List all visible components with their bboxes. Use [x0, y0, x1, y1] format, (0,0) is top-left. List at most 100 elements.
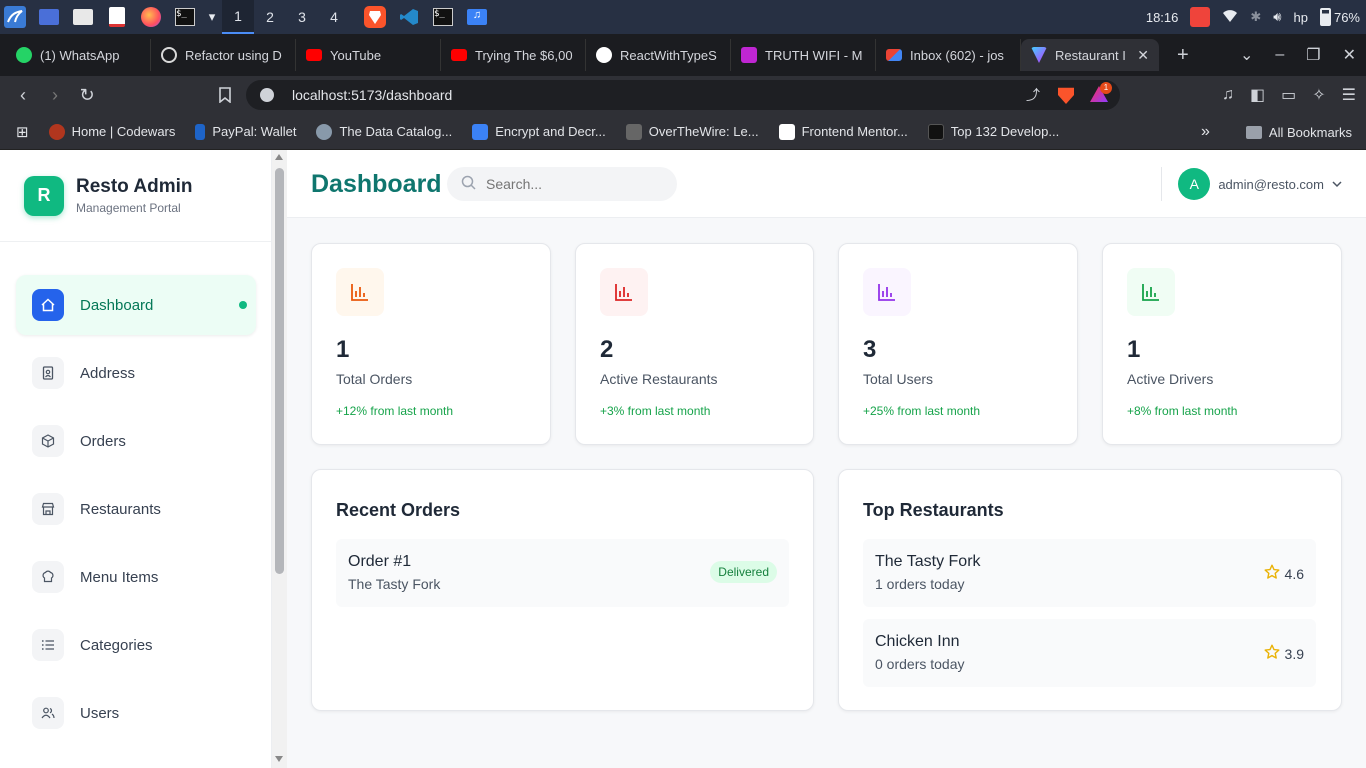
url-text[interactable]: localhost:5173/dashboard: [292, 87, 452, 103]
clock[interactable]: 18:16: [1146, 10, 1179, 25]
music-player-icon[interactable]: ♫: [466, 6, 488, 28]
restaurant-row[interactable]: Chicken Inn 0 orders today 3.9: [863, 619, 1316, 687]
sidebar-item-address[interactable]: Address: [16, 343, 256, 403]
users-icon: [32, 697, 64, 729]
browser-tab[interactable]: Inbox (602) - jos: [876, 39, 1021, 71]
menu-icon[interactable]: ☰: [1342, 85, 1356, 105]
browser-tab[interactable]: ReactWithTypeS: [586, 39, 731, 71]
brave-browser-icon[interactable]: [364, 6, 386, 28]
volume-icon[interactable]: 🔊︎: [1273, 9, 1281, 25]
stat-card-total-orders: 1 Total Orders +12% from last month: [311, 243, 551, 445]
workspace-4[interactable]: 4: [318, 0, 350, 34]
workspace-3[interactable]: 3: [286, 0, 318, 34]
bluetooth-icon[interactable]: ✱: [1250, 9, 1261, 25]
file-manager-icon[interactable]: [72, 6, 94, 28]
desktop-icon[interactable]: [38, 6, 60, 28]
close-tab-icon[interactable]: ✕: [1137, 47, 1149, 64]
workspace-1[interactable]: 1: [222, 0, 254, 34]
scroll-down-arrow-icon[interactable]: [275, 756, 283, 762]
battery-indicator[interactable]: 76%: [1319, 8, 1360, 26]
folder-icon: [1245, 125, 1262, 139]
vscode-icon[interactable]: [398, 6, 420, 28]
stat-change: +25% from last month: [863, 404, 981, 418]
share-icon[interactable]: ⤴: [1026, 85, 1040, 105]
window-controls: ⌄ – ❐ ✕: [1240, 34, 1356, 76]
launcher-icon[interactable]: [4, 6, 26, 28]
bookmark-item[interactable]: OverTheWire: Le...: [625, 123, 759, 140]
app-subtitle: Management Portal: [76, 201, 181, 215]
order-row[interactable]: Order #1 The Tasty Fork Delivered: [336, 539, 789, 607]
app-title: Resto Admin: [76, 176, 193, 197]
sidebar-item-orders[interactable]: Orders: [16, 411, 256, 471]
browser-tab[interactable]: TRUTH WIFI - M: [731, 39, 876, 71]
wifi-icon[interactable]: [1222, 9, 1238, 26]
stat-change: +3% from last month: [600, 404, 711, 418]
brave-shields-icon[interactable]: [1058, 87, 1074, 104]
browser-tab[interactable]: Refactor using D: [151, 39, 296, 71]
search-input[interactable]: [486, 176, 656, 192]
browser-tab[interactable]: (1) WhatsApp: [6, 39, 151, 71]
text-editor-icon[interactable]: [106, 6, 128, 28]
forward-icon[interactable]: ›: [40, 80, 70, 110]
address-bar[interactable]: localhost:5173/dashboard ⤴ 1: [246, 80, 1120, 110]
minimize-icon[interactable]: –: [1275, 46, 1284, 64]
back-icon[interactable]: ‹: [8, 80, 38, 110]
search-box[interactable]: [447, 167, 677, 201]
close-window-icon[interactable]: ✕: [1343, 45, 1356, 65]
all-bookmarks-button[interactable]: All Bookmarks: [1245, 125, 1352, 140]
browser-tab[interactable]: YouTube: [296, 39, 441, 71]
stat-card-active-drivers: 1 Active Drivers +8% from last month: [1102, 243, 1342, 445]
more-bookmarks-icon[interactable]: »: [1201, 123, 1210, 141]
top-restaurants-card: Top Restaurants The Tasty Fork 1 orders …: [838, 469, 1342, 711]
home-icon: [32, 289, 64, 321]
browser-tab-active[interactable]: Restaurant I ✕: [1021, 39, 1159, 71]
terminal-icon[interactable]: $_: [174, 6, 196, 28]
stat-card-total-users: 3 Total Users +25% from last month: [838, 243, 1078, 445]
restaurant-row[interactable]: The Tasty Fork 1 orders today 4.6: [863, 539, 1316, 607]
sidebar-item-menu-items[interactable]: Menu Items: [16, 547, 256, 607]
tab-search-icon[interactable]: ⌄: [1240, 45, 1253, 65]
bookmark-item[interactable]: Top 132 Develop...: [927, 123, 1059, 140]
rating-value: 4.6: [1284, 565, 1304, 582]
system-tray: 18:16 ✱ 🔊︎ hp 76%: [1146, 0, 1360, 34]
bookmark-icon[interactable]: [210, 80, 240, 110]
bookmark-item[interactable]: Frontend Mentor...: [778, 123, 908, 140]
rating: 3.9: [1264, 644, 1304, 663]
media-icon[interactable]: ♫: [1222, 86, 1234, 104]
bookmark-item[interactable]: PayPal: Wallet: [195, 123, 296, 140]
pa-icon: [927, 123, 944, 140]
reload-icon[interactable]: ↻: [72, 80, 102, 110]
bookmark-item[interactable]: Encrypt and Decr...: [472, 123, 606, 140]
scrollbar-thumb[interactable]: [275, 168, 284, 574]
recent-orders-card: Recent Orders Order #1 The Tasty Fork De…: [311, 469, 814, 711]
search-icon: [461, 175, 476, 193]
encrypt-icon: [472, 123, 489, 140]
terminal-app-icon[interactable]: $_: [432, 6, 454, 28]
sidebar-toggle-icon[interactable]: ◧: [1250, 85, 1265, 105]
sidebar-item-users[interactable]: Users: [16, 683, 256, 743]
stat-label: Total Users: [863, 371, 934, 387]
sidebar-item-label: Dashboard: [80, 296, 154, 314]
user-menu[interactable]: A admin@resto.com: [1161, 167, 1342, 201]
chevron-down-icon: [1332, 175, 1342, 193]
chevron-down-icon[interactable]: ▾: [206, 6, 218, 28]
sidebar-item-restaurants[interactable]: Restaurants: [16, 479, 256, 539]
bookmark-item[interactable]: Home | Codewars: [48, 123, 175, 140]
avatar: A: [1178, 168, 1211, 200]
wallet-icon[interactable]: ▭: [1281, 85, 1296, 105]
new-tab-button[interactable]: +: [1177, 44, 1189, 67]
gmail-icon: [886, 49, 902, 61]
site-info-icon[interactable]: [260, 88, 274, 102]
apps-grid-icon[interactable]: ⊞: [16, 123, 29, 141]
browser-tab[interactable]: Trying The $6,00: [441, 39, 586, 71]
bookmark-item[interactable]: The Data Catalog...: [316, 123, 452, 140]
firefox-icon[interactable]: [140, 6, 162, 28]
anydesk-icon[interactable]: [1190, 7, 1211, 27]
sidebar-scrollbar[interactable]: [272, 150, 287, 768]
leo-ai-icon[interactable]: ✧: [1312, 85, 1325, 105]
workspace-2[interactable]: 2: [254, 0, 286, 34]
sidebar-item-dashboard[interactable]: Dashboard: [16, 275, 256, 335]
scroll-up-arrow-icon[interactable]: [275, 154, 283, 160]
sidebar-item-categories[interactable]: Categories: [16, 615, 256, 675]
maximize-icon[interactable]: ❐: [1306, 45, 1320, 65]
